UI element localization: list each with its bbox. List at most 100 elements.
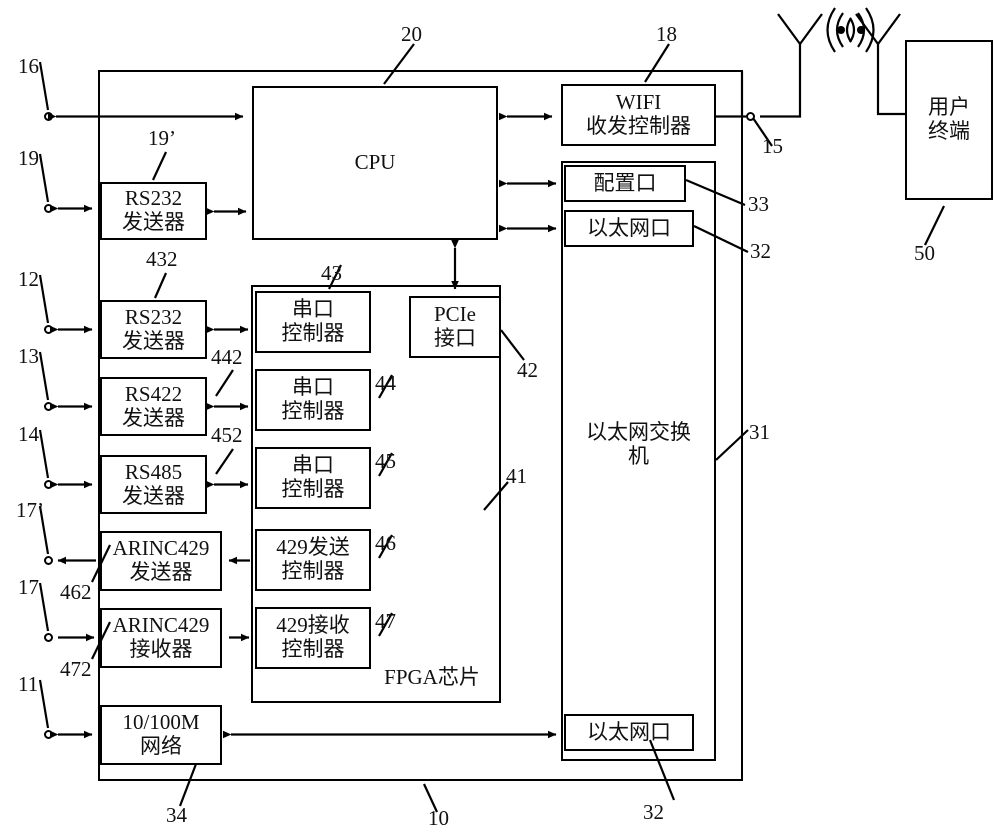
- sc43-line1: 串口: [292, 297, 334, 322]
- phy-line1: 10/100M: [122, 710, 200, 735]
- antenna-right-arm-a: [855, 13, 879, 45]
- ref-num-46: 46: [375, 531, 396, 555]
- ref-num-10: 10: [428, 806, 449, 829]
- ref-num-45: 45: [375, 449, 396, 473]
- antenna-left-feed-dot: [837, 26, 845, 34]
- rs485-line1: RS485: [124, 459, 183, 484]
- wire-node15-to-antenna: [760, 44, 802, 118]
- leader-12: [38, 274, 50, 324]
- ref-num-20: 20: [401, 22, 422, 46]
- leader-50: [924, 205, 945, 246]
- terminal-dot-19: [44, 204, 53, 213]
- user-terminal-line1: 用户: [928, 95, 970, 120]
- arinc429-rx-controller-label: 429接收 控制器: [255, 607, 371, 669]
- eth-switch-line1: 以太网交换: [586, 420, 691, 445]
- arinc429-receiver-label: ARINC429 接收器: [100, 608, 222, 668]
- leader-11: [38, 679, 50, 729]
- ref-num-13: 13: [18, 344, 39, 368]
- ref-num-41: 41: [506, 464, 527, 488]
- pcie-line2: 接口: [434, 326, 476, 350]
- rs232-432-line2: 发送器: [122, 328, 185, 353]
- rs485-transmitter-label: RS485 发送器: [100, 455, 207, 514]
- ref-num-17: 17: [18, 575, 39, 599]
- ref-num-32-bottom: 32: [643, 800, 664, 824]
- arinc429-tx-controller-label: 429发送 控制器: [255, 529, 371, 591]
- leader-13: [38, 351, 50, 401]
- leader-14: [38, 429, 50, 479]
- rs422-transmitter-label: RS422 发送器: [100, 377, 207, 436]
- ref-num-18: 18: [656, 22, 677, 46]
- a429rx-line1: 429接收: [276, 613, 350, 638]
- a429rx-line2: 控制器: [281, 637, 345, 661]
- terminal-dot-15: [746, 112, 755, 121]
- serial-controller-44-label: 串口 控制器: [255, 369, 371, 431]
- wifi-controller-label: WIFI 收发控制器: [561, 84, 716, 146]
- eth-switch-line2: 机: [628, 444, 649, 468]
- ref-num-452: 452: [211, 423, 243, 447]
- eth-port-top-label: 以太网口: [587, 215, 671, 240]
- rs422-line2: 发送器: [122, 405, 185, 430]
- terminal-dot-17p: [44, 556, 53, 565]
- wifi-label-line2: 收发控制器: [586, 114, 691, 138]
- ref-num-17p: 17’: [16, 498, 44, 522]
- rs485-line2: 发送器: [122, 483, 185, 508]
- ref-num-43: 43: [321, 261, 342, 285]
- rs422-line1: RS422: [124, 381, 183, 406]
- sc45-line2: 控制器: [281, 477, 345, 501]
- wave-right-3: [826, 7, 836, 53]
- ref-num-432: 432: [146, 247, 178, 271]
- ref-num-462: 462: [60, 580, 92, 604]
- serial-controller-43-label: 串口 控制器: [255, 291, 371, 353]
- rs232-19p-line1: RS232: [124, 186, 183, 211]
- leader-19: [38, 153, 50, 203]
- a429-tx-line1: ARINC429: [112, 536, 210, 561]
- user-terminal-label: 用户 终端: [905, 40, 993, 200]
- a429-rx-line1: ARINC429: [112, 613, 210, 638]
- cpu-label: CPU: [354, 150, 396, 175]
- a429tx-line2: 控制器: [281, 559, 345, 583]
- wave-left-1: [849, 17, 856, 43]
- ref-num-19p: 19’: [148, 126, 176, 150]
- ref-num-16: 16: [18, 54, 39, 78]
- wave-right-1: [845, 17, 852, 43]
- pcie-line1: PCIe: [434, 302, 476, 327]
- ref-num-42: 42: [517, 358, 538, 382]
- rs232-transmitter-19p-label: RS232 发送器: [100, 182, 207, 240]
- sc45-line1: 串口: [292, 453, 334, 478]
- a429tx-line1: 429发送: [276, 535, 350, 560]
- ref-num-15: 15: [762, 134, 783, 158]
- wave-right-2: [835, 12, 844, 48]
- ref-num-50: 50: [914, 241, 935, 265]
- rs232-19p-line2: 发送器: [122, 210, 185, 234]
- config-port-label: 配置口: [593, 170, 657, 195]
- terminal-dot-13: [44, 402, 53, 411]
- a429-tx-line2: 发送器: [129, 560, 193, 584]
- ref-num-47: 47: [375, 609, 396, 633]
- ref-num-472: 472: [60, 657, 92, 681]
- serial-controller-45-label: 串口 控制器: [255, 447, 371, 509]
- ref-num-44: 44: [375, 371, 396, 395]
- wifi-label-line1: WIFI: [615, 90, 662, 115]
- ref-num-11: 11: [18, 672, 39, 696]
- antenna-left-arm-b: [799, 13, 823, 45]
- ethernet-phy-label: 10/100M 网络: [100, 705, 222, 765]
- ref-num-12: 12: [18, 267, 39, 291]
- terminal-dot-12: [44, 325, 53, 334]
- a429-rx-line2: 接收器: [129, 637, 193, 661]
- terminal-dot-17: [44, 633, 53, 642]
- wire-antenna-right-to-terminal: [876, 44, 905, 116]
- ref-num-14: 14: [18, 422, 39, 446]
- terminal-dot-16: [44, 112, 53, 121]
- ref-num-442: 442: [211, 345, 243, 369]
- terminal-dot-14: [44, 480, 53, 489]
- antenna-right-feed-dot: [857, 26, 865, 34]
- leader-17: [38, 582, 50, 632]
- rs232-transmitter-432-label: RS232 发送器: [100, 300, 207, 359]
- terminal-dot-11: [44, 730, 53, 739]
- ref-num-19: 19: [18, 146, 39, 170]
- ref-num-33: 33: [748, 192, 769, 216]
- antenna-left-arm-a: [777, 13, 801, 45]
- sc44-line2: 控制器: [281, 399, 345, 423]
- sc43-line2: 控制器: [281, 321, 345, 345]
- fpga-chip-label: FPGA芯片: [370, 664, 494, 692]
